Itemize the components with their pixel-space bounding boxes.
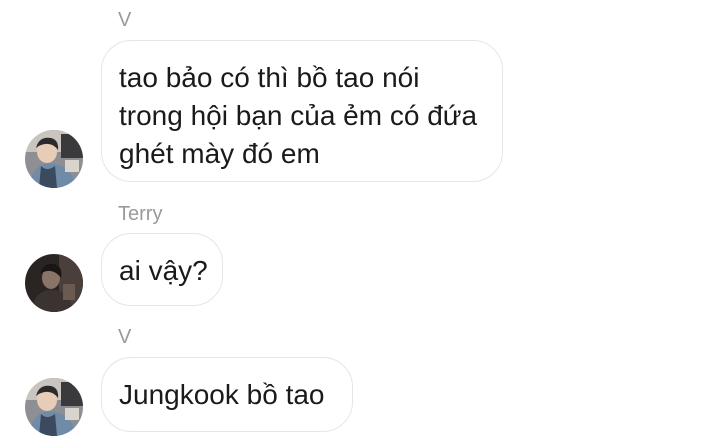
profile-photo-icon [25,378,83,436]
message-bubble[interactable]: Jungkook bồ tao [101,357,353,432]
sender-name: V [118,326,132,348]
message-text-line: tao bảo có thì bồ tao nói [119,62,420,93]
profile-photo-icon [25,130,83,188]
message-bubble[interactable]: tao bảo có thì bồ tao nói trong hội bạn … [101,40,503,182]
avatar[interactable] [25,130,83,188]
avatar[interactable] [25,378,83,436]
message-text-line: trong hội bạn của ẻm có đứa [119,100,478,131]
message-text-line: ai vậy? [119,255,208,286]
chat-thread: V tao bảo có thì bồ tao nói trong hội bạ… [0,0,720,440]
sender-name: V [118,9,132,31]
message-text-line: ghét mày đó em [119,138,320,169]
message-bubble[interactable]: ai vậy? [101,233,223,306]
message-text-line: Jungkook bồ tao [119,379,325,410]
sender-name: Terry [118,203,163,225]
avatar[interactable] [25,254,83,312]
profile-photo-icon [25,254,83,312]
